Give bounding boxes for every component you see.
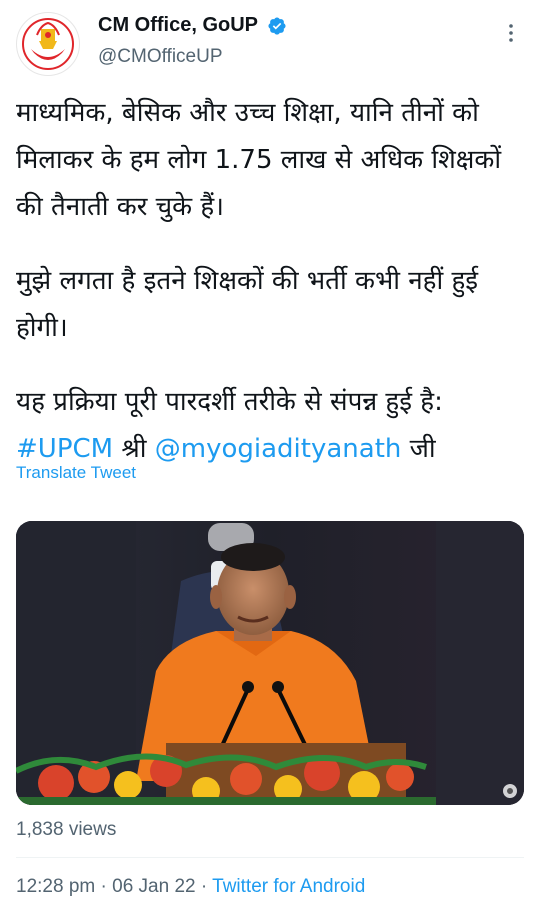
tweet-date[interactable]: 06 Jan 22: [112, 876, 195, 897]
view-count: 1,838 views: [16, 819, 117, 840]
honorific-suffix: जी: [401, 434, 436, 464]
tweet-text: माध्यमिक, बेसिक और उच्च शिक्षा, यानि तीन…: [16, 90, 526, 473]
tweet-media[interactable]: [16, 521, 524, 805]
display-name[interactable]: CM Office, GoUP: [98, 14, 258, 37]
hashtag-link[interactable]: #UPCM: [16, 434, 113, 464]
avatar[interactable]: [16, 12, 80, 76]
tweet-paragraph: माध्यमिक, बेसिक और उच्च शिक्षा, यानि तीन…: [16, 98, 502, 222]
tweet-header: CM Office, GoUP @CMOfficeUP: [16, 12, 524, 76]
tweet-time[interactable]: 12:28 pm: [16, 876, 95, 897]
verified-badge-icon: [268, 16, 287, 35]
tweet-paragraph: यह प्रक्रिया पूरी पारदर्शी तरीके से संपन…: [16, 379, 526, 473]
tweet-sentence: यह प्रक्रिया पूरी पारदर्शी तरीके से संपन…: [16, 387, 443, 417]
mention-link[interactable]: @myogiadityanath: [155, 434, 402, 464]
tweet-metadata: 12:28 pm · 06 Jan 22 · Twitter for Andro…: [16, 876, 365, 898]
speaker-at-podium-photo: [16, 521, 524, 805]
divider: [16, 857, 524, 858]
translate-tweet-link[interactable]: Translate Tweet: [16, 463, 136, 483]
tweet-source[interactable]: Twitter for Android: [212, 876, 365, 897]
tweet-paragraph: मुझे लगता है इतने शिक्षकों की भर्ती कभी …: [16, 266, 479, 343]
separator-dot: ·: [95, 876, 113, 897]
more-options-icon[interactable]: [500, 22, 522, 44]
watermark-icon: [503, 784, 517, 798]
author-handle[interactable]: @CMOfficeUP: [98, 46, 223, 68]
up-government-emblem-icon: [18, 14, 78, 74]
honorific-text: श्री: [113, 434, 155, 464]
separator-dot: ·: [195, 876, 213, 897]
